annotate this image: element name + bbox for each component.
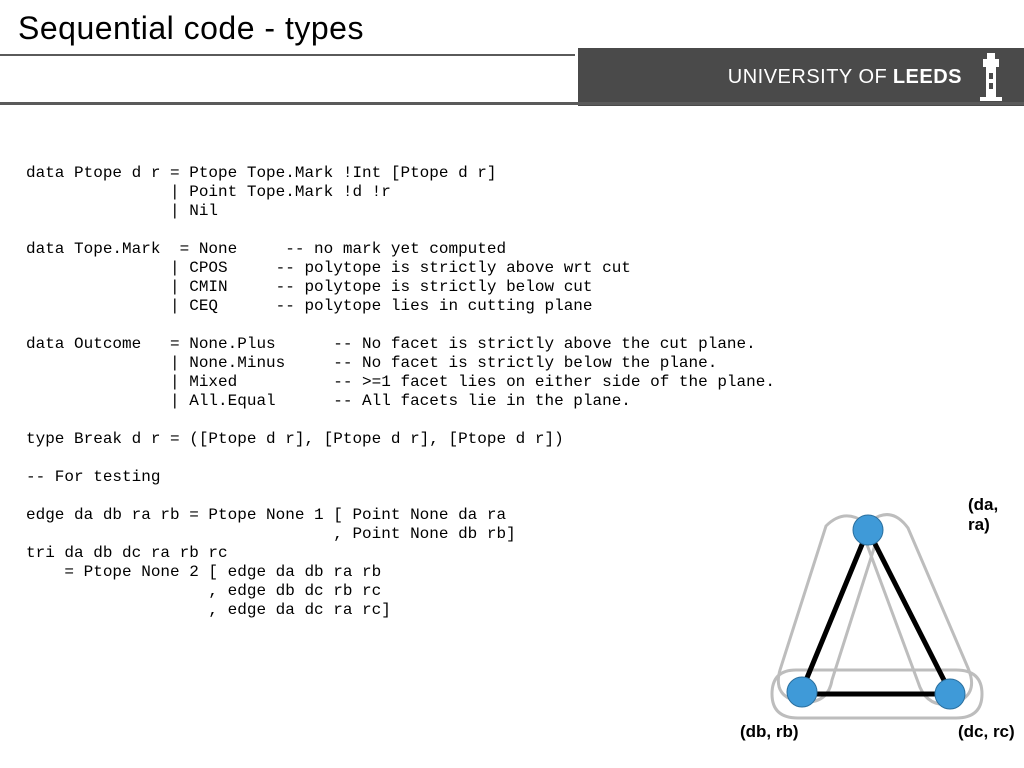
vertex-label-b: (db, rb) xyxy=(740,722,799,742)
vertex-label-a: (da, ra) xyxy=(968,495,1024,535)
vertex-label-c: (dc, rc) xyxy=(958,722,1015,742)
slide-title: Sequential code - types xyxy=(18,10,364,47)
code-block: data Ptope d r = Ptope Tope.Mark !Int [P… xyxy=(26,164,775,620)
divider-bottom xyxy=(0,102,1024,105)
brand-bar: UNIVERSITY OF LEEDS xyxy=(578,48,1024,106)
brand-text: UNIVERSITY OF LEEDS xyxy=(728,66,962,89)
tower-icon xyxy=(976,53,1006,101)
brand-line2: LEEDS xyxy=(893,66,962,88)
divider-top xyxy=(0,54,575,56)
brand-line1: UNIVERSITY OF xyxy=(728,66,888,88)
